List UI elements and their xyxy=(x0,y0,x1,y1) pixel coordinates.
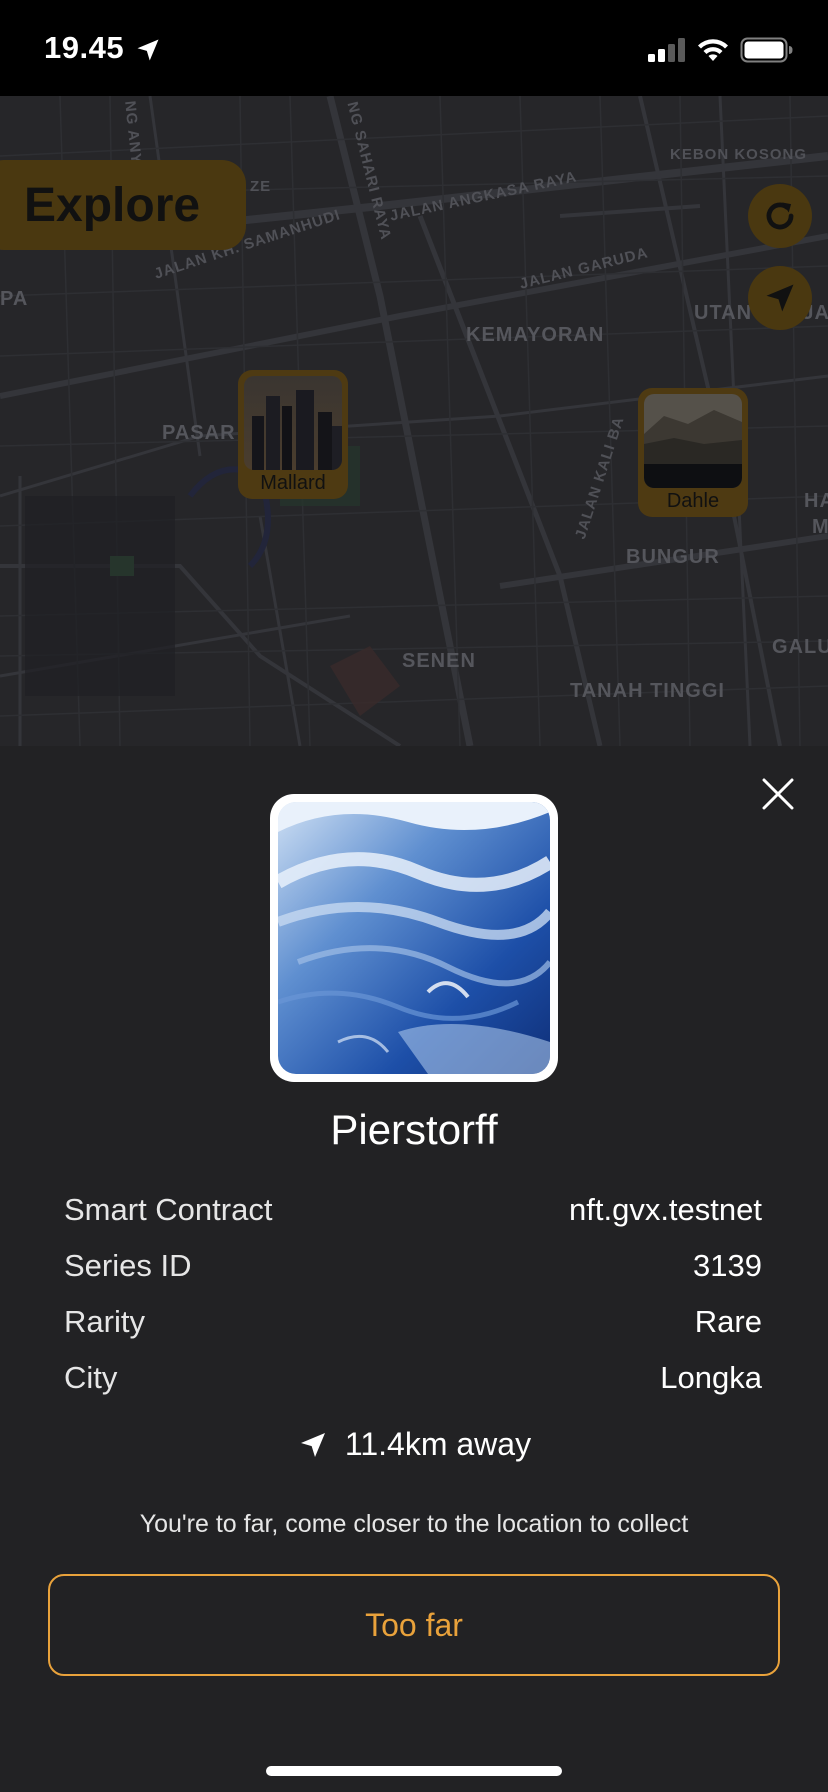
map-label: HA xyxy=(804,490,828,512)
locate-me-button[interactable] xyxy=(748,266,812,330)
battery-icon xyxy=(740,37,793,63)
map-label: KEBON KOSONG xyxy=(670,146,808,163)
map-label: SENEN xyxy=(402,650,476,672)
detail-row-rarity: Rarity Rare xyxy=(64,1304,762,1340)
nft-title: Pierstorff xyxy=(330,1106,498,1153)
detail-row-smart-contract: Smart Contract nft.gvx.testnet xyxy=(64,1192,762,1228)
map-label: PA xyxy=(0,288,29,310)
wifi-icon xyxy=(698,39,728,61)
coastal-cliffs-image xyxy=(644,394,742,488)
navigation-arrow-icon xyxy=(300,1432,325,1457)
detail-value: Rare xyxy=(694,1304,762,1339)
explore-label: Explore xyxy=(24,178,201,232)
detail-key: Rarity xyxy=(64,1304,145,1339)
status-time: 19.45 xyxy=(44,30,125,65)
detail-row-city: City Longka xyxy=(64,1360,762,1396)
map-label: ZE xyxy=(250,178,272,195)
city-skyline-image xyxy=(244,376,342,470)
map-label: KEMAYORAN xyxy=(466,324,605,346)
nft-artwork-frame xyxy=(270,794,558,1082)
distance-indicator: 11.4km away xyxy=(0,1426,828,1463)
map-label: GALU xyxy=(772,636,828,658)
home-indicator[interactable] xyxy=(266,1766,562,1776)
distance-text: 11.4km away xyxy=(344,1426,532,1462)
close-icon xyxy=(762,778,794,810)
detail-key: Series ID xyxy=(64,1248,192,1283)
nft-detail-sheet: Pierstorff Smart Contract nft.gvx.testne… xyxy=(0,746,828,1792)
too-far-button[interactable]: Too far xyxy=(48,1574,780,1676)
marker-label: Dahle xyxy=(666,490,720,512)
map-marker-mallard[interactable]: Mallard xyxy=(238,370,348,499)
refresh-button[interactable] xyxy=(748,184,812,248)
ocean-waves-image xyxy=(278,802,550,1074)
marker-label: Mallard xyxy=(260,472,326,494)
marker-thumbnail xyxy=(244,376,342,470)
close-button[interactable] xyxy=(750,766,806,822)
map-label: TANAH TINGGI xyxy=(570,680,725,702)
detail-value: 3139 xyxy=(693,1248,762,1283)
map-label: PASAR xyxy=(162,422,236,444)
cellular-signal-icon xyxy=(648,38,685,62)
detail-key: City xyxy=(64,1360,118,1395)
detail-row-series-id: Series ID 3139 xyxy=(64,1248,762,1284)
refresh-icon xyxy=(766,202,794,230)
status-icons xyxy=(648,36,794,64)
detail-key: Smart Contract xyxy=(64,1192,273,1227)
status-bar: 19.45 xyxy=(0,0,828,96)
location-arrow-icon xyxy=(137,39,159,61)
detail-value: nft.gvx.testnet xyxy=(569,1192,762,1227)
map-label: BUNGUR xyxy=(626,546,720,568)
marker-thumbnail xyxy=(644,394,742,488)
nft-artwork xyxy=(278,802,550,1074)
map-marker-dahle[interactable]: Dahle xyxy=(638,388,748,517)
explore-button[interactable]: Explore xyxy=(0,160,246,250)
navigation-arrow-icon xyxy=(766,284,794,312)
map-view[interactable]: KEBON KOSONG JALAN ANGKASA RAYA JALAN KH… xyxy=(0,96,828,746)
detail-value: Longka xyxy=(660,1360,762,1395)
map-label: M xyxy=(812,516,828,538)
collect-hint: You're to far, come closer to the locati… xyxy=(139,1510,689,1538)
